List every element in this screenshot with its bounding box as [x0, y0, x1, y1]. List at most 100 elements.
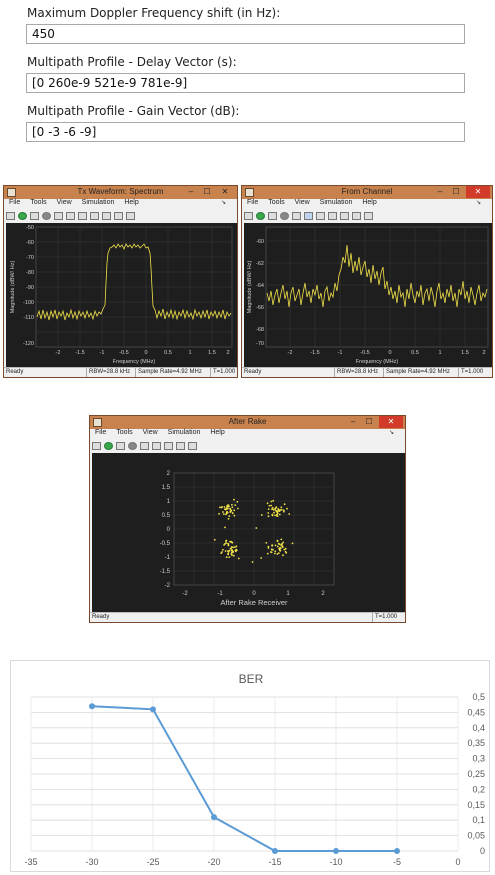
print-icon[interactable] [244, 211, 253, 220]
close-icon[interactable]: ✕ [379, 416, 403, 428]
channel-xtick: 0 [388, 350, 391, 356]
dock-arrow-icon[interactable]: ↘ [476, 199, 481, 206]
minimize-icon[interactable]: – [345, 416, 361, 428]
delay-vector-input[interactable]: [0 260e-9 521e-9 781e-9] [26, 73, 465, 93]
run-icon[interactable] [18, 211, 27, 220]
menu-tools[interactable]: Tools [30, 199, 46, 206]
tx-ytick: -120 [23, 341, 34, 347]
constellation-point [251, 561, 254, 563]
channel-xlabel: Frequency (MHz) [356, 359, 399, 365]
measure-icon[interactable] [188, 441, 197, 450]
autoscale-icon[interactable] [78, 211, 87, 220]
rake-ytick: 2 [167, 471, 171, 477]
ber-y-axis: 0 0,05 0,1 0,15 0,2 0,25 0,3 0,35 0,4 0,45 0,5 [467, 692, 485, 856]
ber-x-tick: -20 [207, 857, 220, 867]
title-bar: After Rake – ☐ ✕ [90, 416, 405, 429]
measure-icon[interactable] [102, 211, 111, 220]
constellation-point [266, 502, 269, 505]
constellation-point [224, 526, 226, 529]
menu-file[interactable]: File [247, 199, 258, 206]
constellation-plot: 2 1.5 1 0.5 0 -0.5 -1 -1.5 -2 -2 -1 0 1 … [92, 453, 405, 613]
menu-help[interactable]: Help [210, 429, 224, 436]
highlight-icon[interactable] [54, 211, 63, 220]
ber-chart-title: BER [239, 672, 264, 686]
style-icon[interactable] [328, 211, 337, 220]
channel-ytick: -68 [256, 327, 264, 333]
step-icon[interactable] [116, 441, 125, 450]
step-icon[interactable] [30, 211, 39, 220]
menu-simulation[interactable]: Simulation [82, 199, 115, 206]
autoscale-icon[interactable] [176, 441, 185, 450]
constellation-point [260, 557, 263, 559]
constellation-point [229, 507, 232, 510]
measure-icon[interactable] [340, 211, 349, 220]
dock-arrow-icon[interactable]: ↘ [221, 199, 226, 206]
constellation-point [267, 508, 270, 510]
step-icon[interactable] [268, 211, 277, 220]
menu-tools[interactable]: Tools [116, 429, 132, 436]
autoscale-icon[interactable] [316, 211, 325, 220]
constellation-point [274, 550, 277, 553]
zoom-in-icon[interactable] [152, 441, 161, 450]
peaks-icon[interactable] [364, 211, 373, 220]
constellation-point [270, 551, 272, 553]
print-icon[interactable] [6, 211, 15, 220]
constellation-point [221, 506, 223, 508]
stop-icon[interactable] [280, 211, 289, 220]
zoom-in-icon[interactable] [304, 211, 313, 220]
maximize-icon[interactable]: ☐ [361, 416, 377, 428]
cursor-icon[interactable] [352, 211, 361, 220]
menu-simulation[interactable]: Simulation [168, 429, 201, 436]
delay-vector-label: Multipath Profile - Delay Vector (s): [27, 55, 237, 69]
minimize-icon[interactable]: – [183, 186, 199, 198]
minimize-icon[interactable]: – [432, 186, 448, 198]
constellation-point [226, 508, 229, 510]
constellation-point [233, 509, 236, 512]
menu-simulation[interactable]: Simulation [320, 199, 353, 206]
stop-icon[interactable] [42, 211, 51, 220]
constellation-point [231, 541, 234, 544]
settings-icon[interactable] [92, 441, 101, 450]
channel-ytick: -70 [256, 341, 264, 347]
run-icon[interactable] [256, 211, 265, 220]
constellation-point [271, 544, 273, 547]
constellation-point [266, 552, 269, 555]
highlight-icon[interactable] [292, 211, 301, 220]
tx-xtick: -1 [100, 350, 105, 356]
menu-help[interactable]: Help [124, 199, 138, 206]
menu-file[interactable]: File [9, 199, 20, 206]
menu-tools[interactable]: Tools [268, 199, 284, 206]
ber-chart: BER 0 0,05 0,1 0,15 0,2 0,25 0,3 0,35 0,4 0,45 0,5… [24, 672, 485, 867]
dock-arrow-icon[interactable]: ↘ [389, 429, 394, 436]
cursor-icon[interactable] [114, 211, 123, 220]
style-icon[interactable] [90, 211, 99, 220]
highlight-icon[interactable] [140, 441, 149, 450]
gain-vector-input[interactable]: [0 -3 -6 -9] [26, 122, 465, 142]
tx-ytick: -90 [26, 285, 34, 291]
tx-xtick: 1 [188, 350, 191, 356]
run-icon[interactable] [104, 441, 113, 450]
menu-view[interactable]: View [143, 429, 158, 436]
tx-xtick: 0 [144, 350, 147, 356]
stop-icon[interactable] [128, 441, 137, 450]
rake-xtick: -2 [182, 591, 188, 597]
menu-file[interactable]: File [95, 429, 106, 436]
tx-xtick: -1.5 [75, 350, 84, 356]
rake-ytick: 1.5 [162, 485, 171, 491]
close-icon[interactable]: ✕ [217, 186, 233, 198]
menu-view[interactable]: View [57, 199, 72, 206]
doppler-input[interactable]: 450 [26, 24, 465, 44]
constellation-point [231, 506, 234, 509]
peaks-icon[interactable] [126, 211, 135, 220]
maximize-icon[interactable]: ☐ [448, 186, 464, 198]
constellation-point [222, 548, 224, 551]
maximize-icon[interactable]: ☐ [199, 186, 215, 198]
sample-rate-readout: Sample Rate=4.92 MHz [383, 368, 450, 377]
rake-xtick: 1 [286, 591, 290, 597]
ber-point [211, 814, 217, 821]
zoom-in-icon[interactable] [66, 211, 75, 220]
zoom-x-icon[interactable] [164, 441, 173, 450]
menu-help[interactable]: Help [362, 199, 376, 206]
close-icon[interactable]: ✕ [466, 186, 490, 198]
menu-view[interactable]: View [295, 199, 310, 206]
